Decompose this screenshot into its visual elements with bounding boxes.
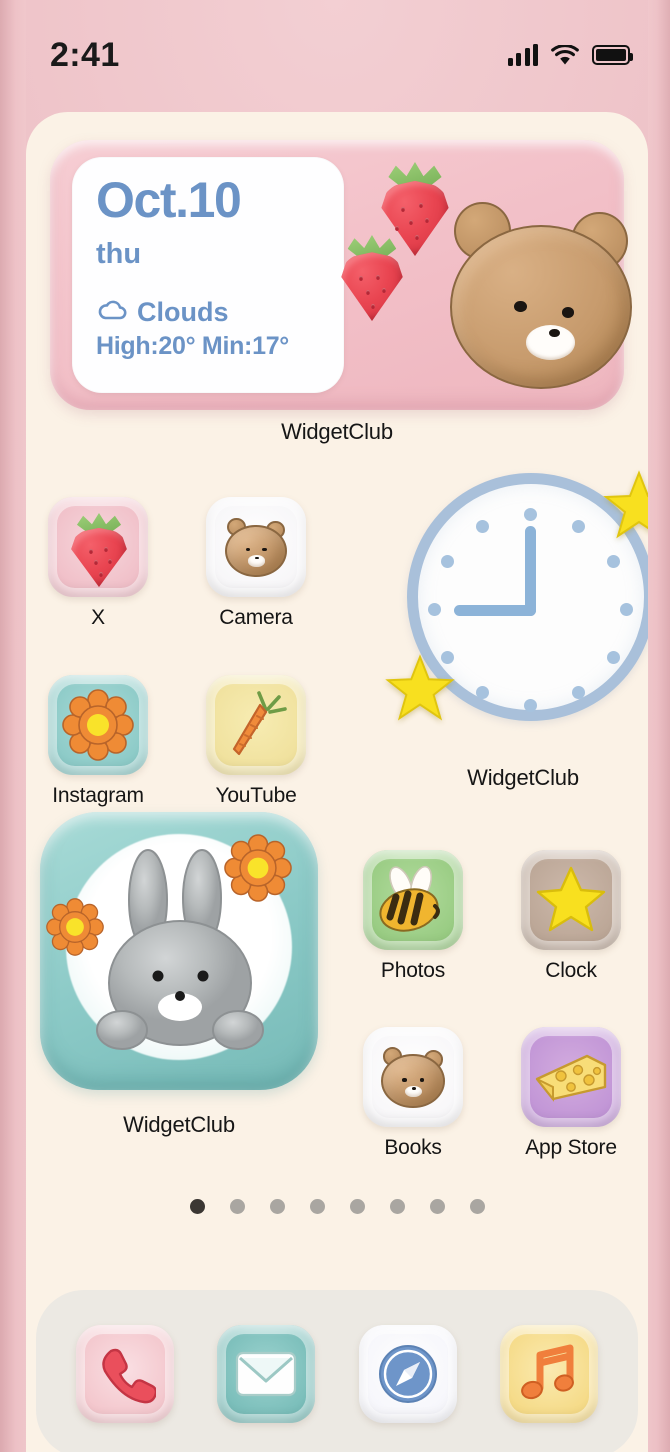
clock-tick	[620, 603, 633, 616]
clock-tick	[524, 699, 537, 712]
phone-wallpaper: 2:41 Oct.10 thu Clouds High:20° Min:17° …	[0, 0, 670, 1452]
carrot-icon	[206, 675, 306, 775]
clock-minute-hand	[525, 526, 536, 616]
weather-condition: Clouds	[137, 297, 229, 327]
app-icon-clock[interactable]: Clock	[521, 850, 621, 983]
flower-decor-2	[46, 898, 104, 956]
status-bar-indicators	[507, 44, 633, 66]
app-icon-camera[interactable]: Camera	[206, 497, 306, 630]
cloud-icon	[96, 299, 128, 326]
bunny-widget-label: WidgetClub	[123, 1112, 235, 1137]
app-label: Instagram	[52, 784, 144, 807]
dock-icon-safari[interactable]	[358, 1325, 457, 1423]
star-icon	[521, 850, 621, 950]
battery-full-icon	[592, 45, 633, 65]
cellular-bars-icon	[507, 44, 538, 66]
app-label: Photos	[380, 959, 446, 982]
app-icon-youtube[interactable]: YouTube	[206, 675, 306, 808]
strawberry-decor-2	[340, 235, 404, 321]
cheese-icon	[521, 1027, 621, 1127]
clock-tick	[572, 686, 585, 699]
bear-face-decor	[446, 200, 636, 395]
clock-tick	[441, 555, 454, 568]
clock-tick	[607, 651, 620, 664]
app-label: YouTube	[215, 784, 297, 807]
app-label: Camera	[219, 606, 293, 629]
status-bar: 2:41	[0, 0, 670, 110]
page-dot-1[interactable]	[189, 1199, 205, 1214]
dock-icon-phone[interactable]	[75, 1325, 174, 1423]
page-dot-8[interactable]	[469, 1199, 485, 1214]
clock-tick	[428, 603, 441, 616]
page-indicator[interactable]	[26, 1199, 648, 1214]
app-label: Clock	[545, 959, 597, 982]
page-dot-6[interactable]	[389, 1199, 405, 1214]
weather-card: Oct.10 thu Clouds High:20° Min:17°	[72, 157, 344, 393]
clock-tick	[572, 520, 585, 533]
weather-widget-label: WidgetClub	[281, 419, 393, 444]
app-label: X	[91, 606, 105, 629]
weather-weekday: thu	[96, 238, 142, 270]
dock-icon-music[interactable]	[500, 1325, 599, 1423]
bear-face-icon	[363, 1027, 463, 1127]
weather-temperatures: High:20° Min:17°	[96, 332, 289, 360]
weather-widget[interactable]: Oct.10 thu Clouds High:20° Min:17°	[50, 140, 633, 410]
clock-widget[interactable]	[380, 460, 648, 746]
flower-decor-1	[224, 834, 292, 902]
phone-bezel-left	[0, 0, 26, 1452]
clock-tick	[476, 686, 489, 699]
clock-tick	[476, 520, 489, 533]
clock-widget-label: WidgetClub	[467, 765, 579, 790]
clock-tick	[607, 555, 620, 568]
app-label: Books	[384, 1136, 442, 1159]
page-dot-4[interactable]	[309, 1199, 325, 1214]
app-icon-books[interactable]: Books	[363, 1027, 463, 1160]
clock-hour-hand	[454, 605, 536, 616]
page-dot-3[interactable]	[269, 1199, 285, 1214]
strawberry-icon	[48, 497, 148, 597]
app-icon-instagram[interactable]: Instagram	[48, 675, 148, 808]
weather-condition-row: Clouds	[96, 297, 344, 328]
page-dot-2[interactable]	[229, 1199, 245, 1214]
weather-date: Oct.10	[96, 172, 242, 228]
app-icon-photos[interactable]: Photos	[363, 850, 463, 983]
flower-icon	[48, 675, 148, 775]
bear-face-icon	[206, 497, 306, 597]
wifi-icon	[551, 44, 579, 66]
phone-bezel-right	[648, 0, 670, 1452]
status-bar-time: 2:41	[50, 35, 120, 74]
app-icon-x[interactable]: X	[48, 497, 148, 630]
page-dot-5[interactable]	[349, 1199, 365, 1214]
bee-icon	[363, 850, 463, 950]
dock-icon-mail[interactable]	[217, 1325, 316, 1423]
clock-tick	[524, 508, 537, 521]
dock	[36, 1290, 638, 1452]
page-dot-7[interactable]	[429, 1199, 445, 1214]
app-label: App Store	[525, 1136, 617, 1159]
home-screen: Oct.10 thu Clouds High:20° Min:17° Widge…	[26, 112, 648, 1452]
app-icon-app-store[interactable]: App Store	[521, 1027, 621, 1160]
bunny-widget[interactable]	[40, 812, 318, 1090]
